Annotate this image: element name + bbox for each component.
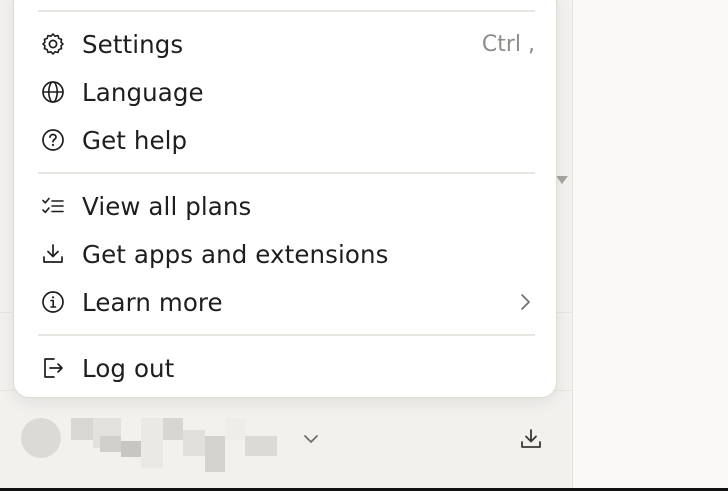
gear-icon (38, 29, 68, 59)
globe-icon (38, 77, 68, 107)
menu-divider (38, 172, 535, 174)
chevron-down-icon[interactable] (300, 428, 322, 450)
scroll-down-icon[interactable] (556, 176, 568, 184)
menu-item-view-all-plans[interactable]: View all plans (38, 186, 535, 226)
chevron-right-icon (515, 292, 535, 312)
download-icon (38, 239, 68, 269)
menu-item-label: Get help (82, 125, 188, 155)
menu-item-settings[interactable]: Settings Ctrl , (38, 24, 535, 64)
menu-item-label: View all plans (82, 191, 252, 221)
account-row[interactable] (0, 391, 572, 491)
menu-item-get-help[interactable]: Get help (38, 120, 535, 160)
menu-item-label: Language (82, 77, 204, 107)
avatar[interactable] (21, 418, 61, 458)
help-circle-icon (38, 125, 68, 155)
menu-divider (38, 10, 535, 12)
download-icon[interactable] (516, 424, 546, 454)
checklist-icon (38, 191, 68, 221)
menu-item-learn-more[interactable]: Learn more (38, 282, 535, 322)
menu-item-label: Learn more (82, 287, 223, 317)
menu-divider (38, 334, 535, 336)
info-icon (38, 287, 68, 317)
logout-icon (38, 353, 68, 383)
main-pane (573, 0, 728, 491)
menu-item-label: Get apps and extensions (82, 239, 389, 269)
menu-item-log-out[interactable]: Log out (38, 348, 535, 388)
menu-item-label: Settings (82, 29, 184, 59)
menu-item-language[interactable]: Language (38, 72, 535, 112)
keyboard-shortcut: Ctrl , (481, 31, 535, 57)
account-menu: Settings Ctrl , Language Get help View a… (13, 0, 557, 398)
menu-item-get-apps[interactable]: Get apps and extensions (38, 234, 535, 274)
menu-item-label: Log out (82, 353, 175, 383)
